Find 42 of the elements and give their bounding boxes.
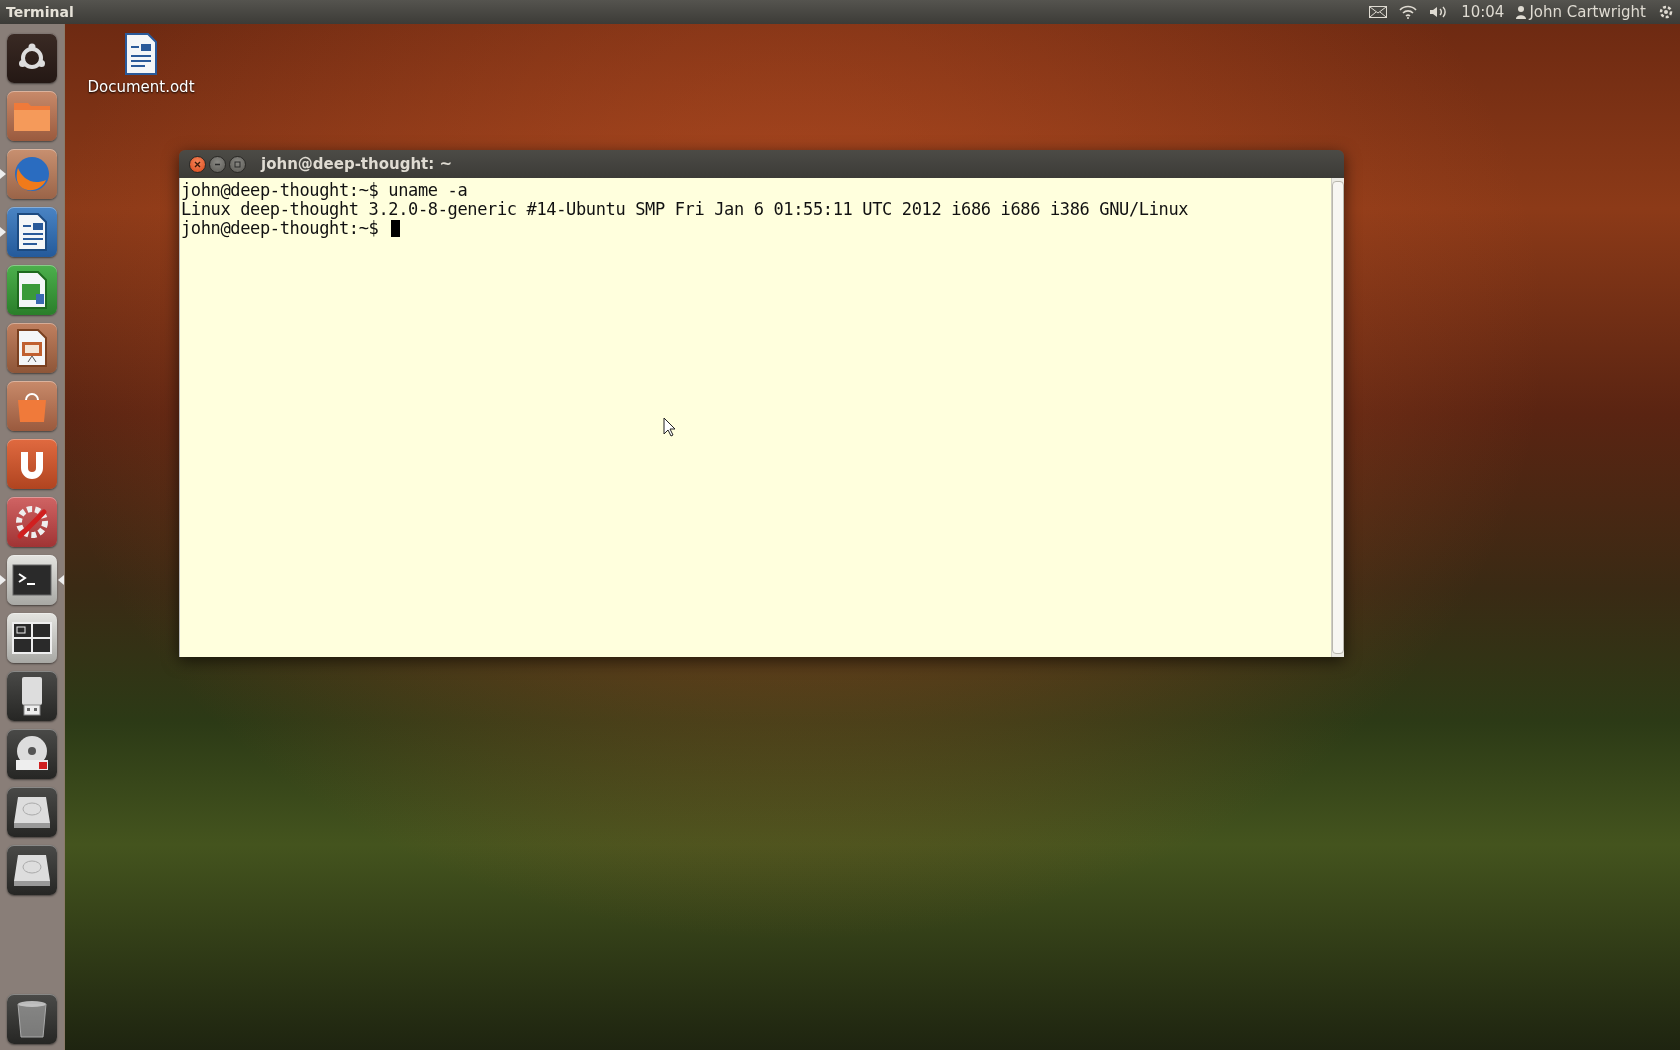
maximize-button[interactable] (229, 155, 246, 173)
app-title: Terminal (6, 4, 74, 20)
terminal-line: john@deep-thought:~$ uname -a (181, 181, 468, 200)
user-name[interactable]: John Cartwright (1529, 3, 1646, 21)
hard-drive-icon (12, 853, 52, 887)
launcher-item[interactable] (7, 439, 57, 489)
launcher-item[interactable] (7, 555, 57, 605)
launcher-item[interactable] (7, 787, 57, 837)
launcher-item[interactable] (7, 613, 57, 663)
mail-icon[interactable] (1369, 6, 1388, 18)
maximize-icon (234, 160, 241, 168)
scrollbar[interactable] (1331, 178, 1344, 657)
terminal-line: Linux deep-thought 3.2.0-8-generic #14-Ubuntu SMP Fri Jan 6 01:55:11 UTC 2012 i686 i686 i386 GNU/Linux (181, 200, 1189, 219)
hard-drive-icon (12, 795, 52, 829)
usb-stick-icon (20, 675, 44, 717)
launcher-item[interactable] (7, 729, 57, 779)
launcher-item[interactable] (7, 845, 57, 895)
window-title: john@deep-thought: ~ (261, 155, 453, 173)
launcher-item[interactable] (7, 671, 57, 721)
globe-icon (12, 154, 52, 194)
close-icon (194, 160, 201, 168)
settings-icon[interactable] (1658, 4, 1674, 20)
launcher-item[interactable] (7, 994, 57, 1044)
launcher-item[interactable] (7, 497, 57, 547)
wifi-icon[interactable] (1399, 5, 1418, 19)
launcher-item[interactable] (7, 33, 57, 83)
user-icon (1516, 5, 1527, 19)
document-icon (23, 223, 43, 245)
document-icon[interactable] (123, 32, 159, 76)
trash-icon (16, 999, 48, 1039)
text-cursor (390, 220, 400, 237)
launcher-item[interactable] (7, 323, 57, 373)
workspaces-icon (12, 622, 52, 654)
mouse-pointer-icon (663, 417, 677, 437)
clock[interactable]: 10:04 (1461, 3, 1505, 21)
terminal-icon (12, 564, 52, 596)
desktop-icon-label[interactable]: Document.odt (87, 78, 195, 96)
close-button[interactable] (189, 155, 206, 173)
launcher-item[interactable] (7, 265, 57, 315)
launcher-item[interactable] (7, 207, 57, 257)
terminal-line: john@deep-thought:~$ (181, 219, 379, 238)
minimize-button[interactable] (209, 155, 226, 173)
